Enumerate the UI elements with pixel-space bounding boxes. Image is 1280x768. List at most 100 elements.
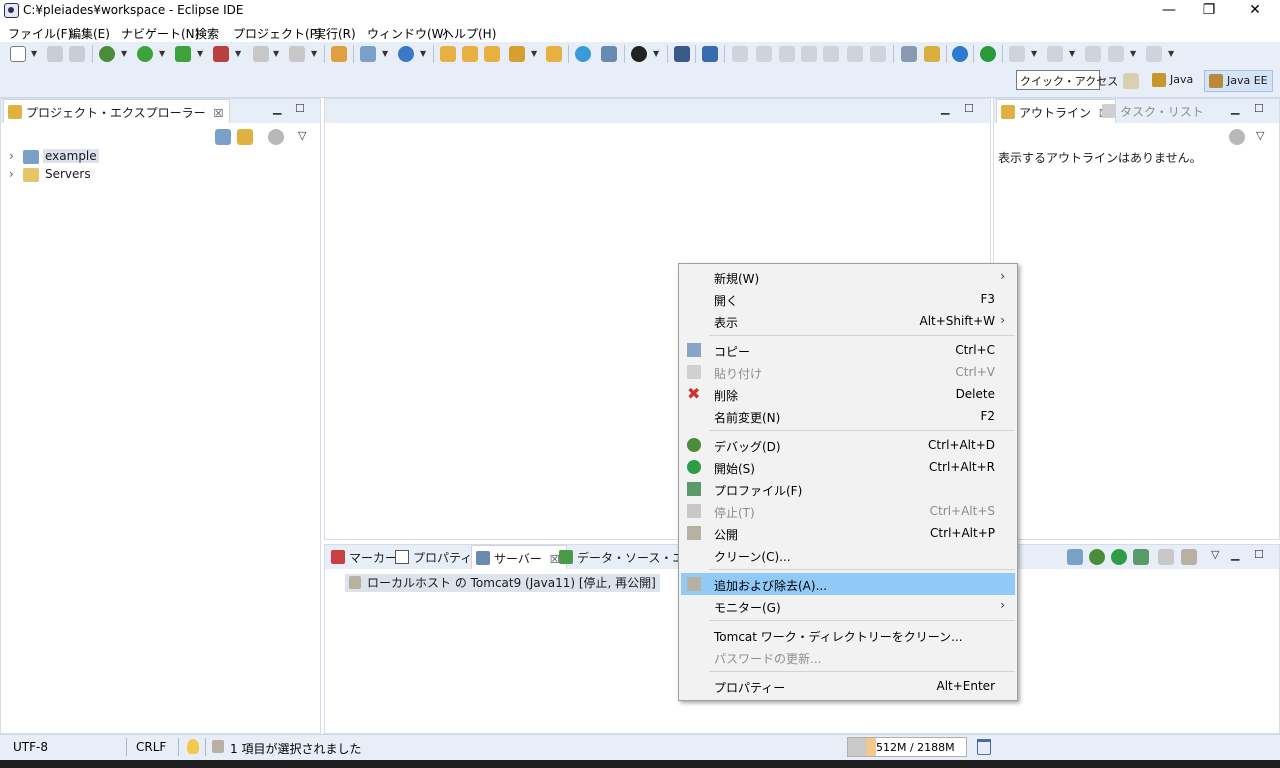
minimize-view-icon[interactable]: ▁	[273, 102, 281, 115]
view-menu-icon[interactable]: ▽	[1256, 129, 1264, 142]
last-edit-icon[interactable]	[1085, 46, 1101, 62]
new-icon[interactable]	[10, 46, 26, 62]
open-type-icon[interactable]	[440, 46, 456, 62]
open-resource-icon[interactable]	[484, 46, 500, 62]
profile-server-icon[interactable]	[1133, 549, 1149, 565]
new-java-class-dropdown-icon[interactable]: ▼	[420, 49, 426, 58]
menu-item-stop[interactable]: 停止(T) Ctrl+Alt+S	[681, 500, 1015, 522]
menu-search[interactable]: 検索	[195, 25, 219, 42]
publish-icon[interactable]	[1181, 549, 1197, 565]
view-menu-icon[interactable]: ▽	[1211, 548, 1219, 561]
stop-dropdown-icon[interactable]: ▼	[273, 49, 279, 58]
tab-task-list[interactable]: タスク・リスト	[1098, 99, 1210, 123]
user-dropdown-icon[interactable]: ▼	[653, 49, 659, 58]
new-web-project-dropdown-icon[interactable]: ▼	[382, 49, 388, 58]
resume-icon[interactable]	[732, 46, 748, 62]
step-return-icon[interactable]	[870, 46, 886, 62]
menu-item-profile[interactable]: プロファイル(F)	[681, 478, 1015, 500]
menu-item-properties[interactable]: プロパティー Alt+Enter	[681, 675, 1015, 697]
terminate-debug-icon[interactable]	[779, 46, 795, 62]
menu-window[interactable]: ウィンドウ(W)	[367, 25, 448, 42]
start-server-icon[interactable]	[1111, 549, 1127, 565]
run-icon[interactable]	[137, 46, 153, 62]
menu-item-new[interactable]: 新規(W) ›	[681, 266, 1015, 288]
filter-icon[interactable]	[1229, 129, 1245, 145]
restore-button[interactable]: ❐	[1186, 0, 1232, 22]
open-perspective-icon[interactable]	[1123, 73, 1139, 89]
minimize-view-icon[interactable]: ▁	[1231, 548, 1239, 561]
maximize-view-icon[interactable]: ☐	[964, 102, 974, 115]
view-menu-icon[interactable]: ▽	[298, 129, 306, 142]
menu-item-open[interactable]: 開く F3	[681, 288, 1015, 310]
menu-item-clean-tomcat-work-dir[interactable]: Tomcat ワーク・ディレクトリーをクリーン...	[681, 624, 1015, 646]
save-all-icon[interactable]	[69, 46, 85, 62]
terminate-icon[interactable]	[289, 46, 305, 62]
menu-item-delete[interactable]: ✖ 削除 Delete	[681, 383, 1015, 405]
run-dropdown-icon[interactable]: ▼	[159, 49, 165, 58]
external-tools-icon[interactable]	[213, 46, 229, 62]
new-java-class-icon[interactable]	[398, 46, 414, 62]
maximize-view-icon[interactable]: ☐	[295, 102, 305, 115]
console-icon[interactable]	[674, 46, 690, 62]
maximize-view-icon[interactable]: ☐	[1254, 102, 1264, 115]
menu-item-update-password[interactable]: パスワードの更新...	[681, 646, 1015, 668]
external-tools-dropdown-icon[interactable]: ▼	[235, 49, 241, 58]
use-step-filters-icon[interactable]	[901, 46, 917, 62]
menu-item-rename[interactable]: 名前変更(N) F2	[681, 405, 1015, 427]
tab-servers[interactable]: サーバー ☒	[471, 545, 567, 569]
menu-project[interactable]: プロジェクト(P)	[233, 25, 322, 42]
tab-project-explorer[interactable]: プロジェクト・エクスプローラー ☒	[3, 99, 231, 123]
search-dropdown-icon[interactable]: ▼	[531, 49, 537, 58]
menu-item-add-remove[interactable]: 追加および除去(A)...	[681, 573, 1015, 595]
power-icon[interactable]	[980, 46, 996, 62]
menu-run[interactable]: 実行(R)	[314, 25, 356, 42]
forward-icon[interactable]	[1146, 46, 1162, 62]
coverage-dropdown-icon[interactable]: ▼	[197, 49, 203, 58]
back-icon[interactable]	[1108, 46, 1124, 62]
open-folder-icon[interactable]	[546, 46, 562, 62]
expand-icon[interactable]: ›	[9, 167, 14, 181]
garbage-collect-icon[interactable]	[977, 739, 991, 755]
new-dropdown-icon[interactable]: ▼	[31, 49, 37, 58]
suspend-icon[interactable]	[756, 46, 772, 62]
previous-annotation-dropdown-icon[interactable]: ▼	[1069, 49, 1075, 58]
menu-item-paste[interactable]: 貼り付け Ctrl+V	[681, 361, 1015, 383]
annotation-icon[interactable]	[601, 46, 617, 62]
settings-icon[interactable]	[952, 46, 968, 62]
open-task-icon[interactable]	[462, 46, 478, 62]
step-into-icon[interactable]	[823, 46, 839, 62]
web-browser-icon[interactable]	[575, 46, 591, 62]
menu-item-show-in[interactable]: 表示 Alt+Shift+W ›	[681, 310, 1015, 332]
perspective-java-ee[interactable]: Java EE	[1204, 70, 1273, 92]
minimize-view-icon[interactable]: ▁	[941, 102, 949, 115]
stop-icon[interactable]	[253, 46, 269, 62]
new-server-icon[interactable]	[331, 46, 347, 62]
menu-file[interactable]: ファイル(F)	[8, 25, 72, 42]
forward-dropdown-icon[interactable]: ▼	[1168, 49, 1174, 58]
quick-access-input[interactable]: クイック・アクセス	[1016, 70, 1118, 90]
menu-item-clean[interactable]: クリーン(C)...	[681, 544, 1015, 566]
skip-breakpoints-icon[interactable]	[702, 46, 718, 62]
collapse-all-icon[interactable]	[215, 129, 231, 145]
link-with-editor-icon[interactable]	[237, 129, 253, 145]
menu-item-start[interactable]: 開始(S) Ctrl+Alt+R	[681, 456, 1015, 478]
menu-edit[interactable]: 編集(E)	[69, 25, 110, 42]
annotation-next-icon[interactable]	[924, 46, 940, 62]
server-row[interactable]: ローカルホスト の Tomcat9 (Java11) [停止, 再公開]	[345, 574, 660, 592]
perspective-java[interactable]: Java	[1148, 70, 1197, 92]
back-dropdown-icon[interactable]: ▼	[1130, 49, 1136, 58]
terminate-dropdown-icon[interactable]: ▼	[311, 49, 317, 58]
debug-dropdown-icon[interactable]: ▼	[121, 49, 127, 58]
debug-icon[interactable]	[99, 46, 115, 62]
menu-help[interactable]: ヘルプ(H)	[442, 25, 496, 42]
minimize-view-icon[interactable]: ▁	[1231, 102, 1239, 115]
menu-item-publish[interactable]: 公開 Ctrl+Alt+P	[681, 522, 1015, 544]
debug-server-icon[interactable]	[1089, 549, 1105, 565]
heap-status[interactable]: 512M / 2188M	[847, 737, 967, 757]
search-icon[interactable]	[509, 46, 525, 62]
menu-item-monitor[interactable]: モニター(G) ›	[681, 595, 1015, 617]
menu-item-copy[interactable]: コピー Ctrl+C	[681, 339, 1015, 361]
coverage-icon[interactable]	[175, 46, 191, 62]
close-button[interactable]: ✕	[1232, 0, 1278, 22]
previous-annotation-icon[interactable]	[1047, 46, 1063, 62]
